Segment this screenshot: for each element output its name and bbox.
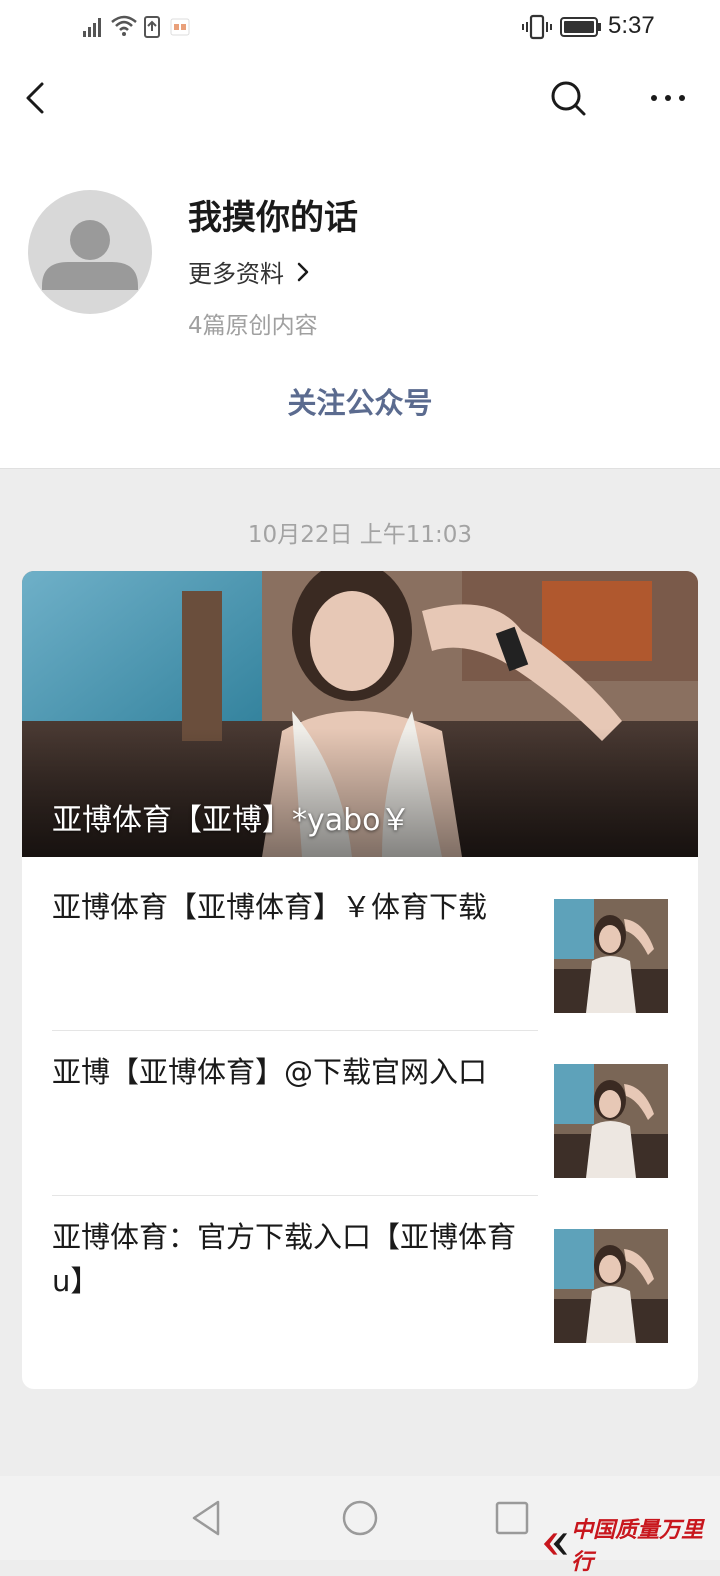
list-item[interactable]: 亚博【亚博体育】@下载官网入口 <box>52 1032 668 1196</box>
item-thumbnail <box>554 1064 668 1178</box>
item-title: 亚博体育【亚博体育】￥体育下载 <box>52 890 488 924</box>
follow-button[interactable]: 关注公众号 <box>0 380 720 422</box>
notification-icon <box>170 18 190 36</box>
divider <box>52 1030 538 1031</box>
thumbnail-image <box>554 1064 668 1178</box>
hero-title: 亚博体育【亚博】*yabo￥ <box>52 803 411 838</box>
watermark-text: 中国质量万里行 <box>571 1517 704 1575</box>
wifi-icon <box>111 15 137 36</box>
item-thumbnail <box>554 1229 668 1343</box>
more-info-label: 更多资料 <box>188 260 284 288</box>
nav-recent-icon[interactable] <box>494 1500 530 1536</box>
nav-home-icon[interactable] <box>340 1498 380 1538</box>
thumbnail-image <box>554 899 668 1013</box>
original-content-count: 4篇原创内容 <box>188 313 318 339</box>
account-name: 我摸你的话 <box>188 198 358 238</box>
more-info-link[interactable]: 更多资料 <box>188 254 310 289</box>
list-item[interactable]: 亚博体育【亚博体育】￥体育下载 <box>52 867 668 1031</box>
status-bar: 5:37 <box>0 0 720 56</box>
back-icon[interactable] <box>18 78 54 118</box>
watermark-logo-icon <box>543 1533 568 1555</box>
article-card: 亚博体育【亚博】*yabo￥ 亚博体育【亚博体育】￥体育下载 亚博【亚博体育】@… <box>22 571 698 1389</box>
divider <box>52 1195 538 1196</box>
signal-icon <box>83 18 101 37</box>
account-profile: 我摸你的话 更多资料 4篇原创内容 关注公众号 <box>0 140 720 469</box>
item-title: 亚博【亚博体育】@下载官网入口 <box>52 1055 488 1089</box>
list-item[interactable]: 亚博体育：官方下载入口【亚博体育u】 <box>52 1197 668 1361</box>
more-icon[interactable] <box>646 78 690 118</box>
search-icon[interactable] <box>546 76 590 120</box>
battery-icon <box>560 17 601 37</box>
post-date: 10月22日 上午11:03 <box>247 522 473 548</box>
top-navigation <box>0 56 720 140</box>
vibrate-icon <box>522 14 552 40</box>
hero-article[interactable]: 亚博体育【亚博】*yabo￥ <box>22 571 698 857</box>
watermark: 中国质量万里行 <box>540 1512 720 1576</box>
nav-back-icon[interactable] <box>188 1498 224 1538</box>
status-time: 5:37 <box>608 12 655 39</box>
item-thumbnail <box>554 899 668 1013</box>
upload-icon <box>144 16 160 38</box>
chevron-right-icon <box>297 262 309 281</box>
default-avatar-icon <box>42 220 138 290</box>
avatar[interactable] <box>28 190 152 314</box>
item-title: 亚博体育：官方下载入口【亚博体育u】 <box>52 1220 517 1298</box>
thumbnail-image <box>554 1229 668 1343</box>
